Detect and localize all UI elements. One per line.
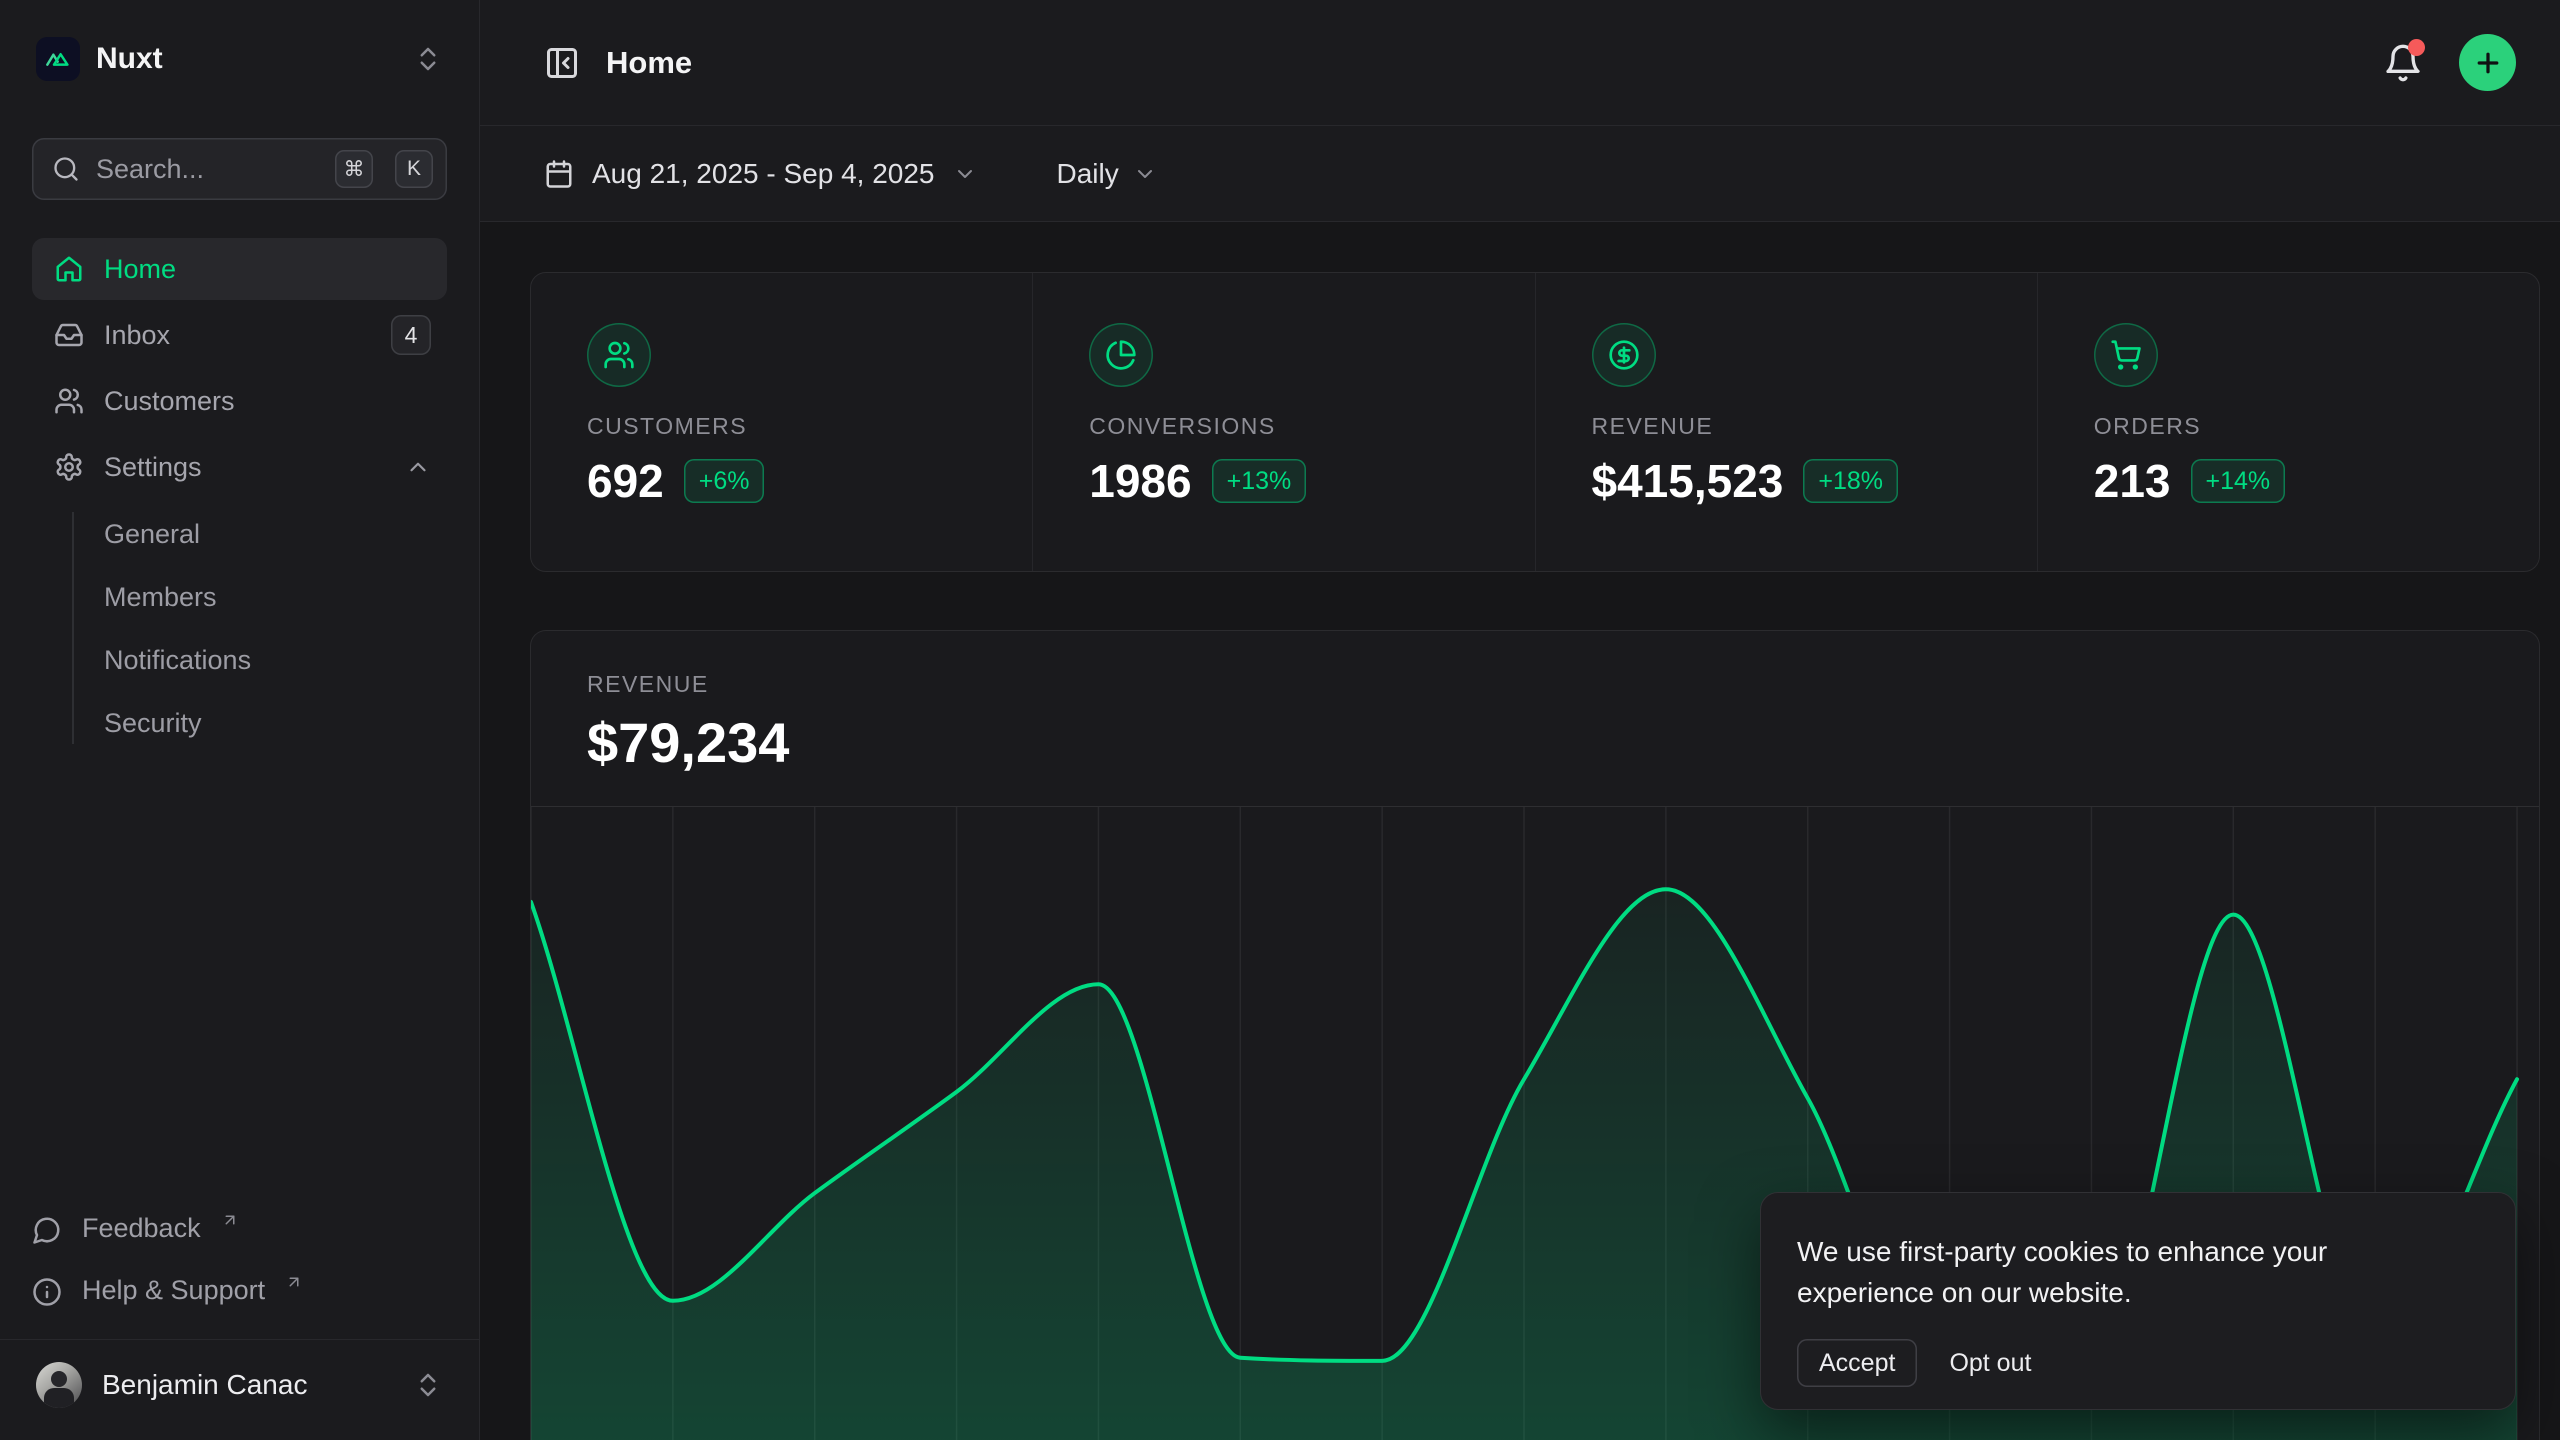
sidebar-item-inbox[interactable]: Inbox 4 [32, 304, 447, 366]
chevron-down-icon [953, 162, 977, 186]
notification-dot [2408, 39, 2425, 56]
cookie-message-line2: experience on our website. [1797, 1272, 2479, 1313]
inbox-count-badge: 4 [391, 315, 431, 355]
team-switcher[interactable]: Nuxt [32, 26, 447, 92]
granularity-value: Daily [1057, 158, 1119, 190]
help-support-link[interactable]: Help & Support [32, 1261, 447, 1323]
sidebar-item-customers[interactable]: Customers [32, 370, 447, 432]
chevron-down-icon [1133, 162, 1157, 186]
add-button[interactable] [2459, 34, 2516, 91]
plus-icon [2473, 48, 2503, 78]
cookie-message-line1: We use first-party cookies to enhance yo… [1797, 1231, 2479, 1272]
team-name: Nuxt [96, 42, 397, 76]
sidebar-nav: Home Inbox 4 Customers [32, 238, 447, 752]
inbox-icon [54, 320, 84, 350]
sidebar-item-home[interactable]: Home [32, 238, 447, 300]
stat-orders[interactable]: ORDERS 213 +14% [2037, 273, 2539, 571]
chevron-up-icon [405, 454, 431, 480]
date-range-picker[interactable]: Aug 21, 2025 - Sep 4, 2025 [544, 148, 991, 200]
stat-label: CONVERSIONS [1089, 413, 1534, 440]
settings-subnav: General Members Notifications Security [32, 506, 447, 752]
sidebar-item-label: Settings [104, 452, 385, 483]
stat-value: 1986 [1089, 454, 1191, 508]
kbd-k: K [395, 150, 433, 188]
revenue-chart-total: $79,234 [587, 710, 2539, 775]
revenue-chart-label: REVENUE [587, 671, 2539, 698]
stat-delta-badge: +6% [684, 459, 765, 503]
help-support-label: Help & Support [82, 1275, 265, 1306]
avatar [36, 1362, 82, 1408]
user-menu[interactable]: Benjamin Canac [32, 1350, 447, 1420]
feedback-link[interactable]: Feedback [32, 1199, 447, 1261]
sidebar-subitem-security[interactable]: Security [104, 695, 447, 752]
sidebar-item-label: Home [104, 254, 431, 285]
stat-value: $415,523 [1592, 454, 1784, 508]
info-circle-icon [32, 1277, 62, 1307]
accept-button[interactable]: Accept [1797, 1339, 1917, 1387]
stat-value: 692 [587, 454, 664, 508]
shopping-cart-icon [2094, 323, 2158, 387]
stats-card: CUSTOMERS 692 +6% CONVERSIONS 1986 [530, 272, 2540, 572]
sidebar-subitem-notifications[interactable]: Notifications [104, 632, 447, 689]
home-icon [54, 254, 84, 284]
search-input[interactable]: Search... ⌘ K [32, 138, 447, 200]
granularity-select[interactable]: Daily [1043, 148, 1171, 200]
kbd-meta: ⌘ [335, 150, 373, 188]
page-header: Home [480, 0, 2560, 126]
dashboard-app: Nuxt Search... ⌘ K Home [0, 0, 2560, 1440]
search-icon [52, 155, 80, 183]
page-title: Home [606, 45, 2383, 81]
sidebar-subitem-general[interactable]: General [104, 506, 447, 563]
chevrons-up-down-icon [413, 44, 443, 74]
stat-label: ORDERS [2094, 413, 2539, 440]
stat-delta-badge: +13% [1212, 459, 1307, 503]
message-bubble-icon [32, 1215, 62, 1245]
search-placeholder: Search... [96, 154, 313, 185]
stat-revenue[interactable]: REVENUE $415,523 +18% [1535, 273, 2037, 571]
calendar-icon [544, 159, 574, 189]
sidebar-subitem-members[interactable]: Members [104, 569, 447, 626]
revenue-chart-header: REVENUE $79,234 [531, 631, 2539, 775]
notifications-button[interactable] [2383, 43, 2423, 83]
external-link-arrow-icon [221, 1211, 239, 1229]
opt-out-button[interactable]: Opt out [1933, 1339, 2047, 1387]
pie-chart-icon [1089, 323, 1153, 387]
date-range-value: Aug 21, 2025 - Sep 4, 2025 [592, 158, 935, 190]
external-link-arrow-icon [285, 1273, 303, 1291]
sidebar-footer: Feedback Help & Support Benjamin Canac [32, 1199, 447, 1421]
stat-label: CUSTOMERS [587, 413, 1032, 440]
stat-customers[interactable]: CUSTOMERS 692 +6% [531, 273, 1032, 571]
users-icon [54, 386, 84, 416]
nuxt-logo-icon [36, 37, 80, 81]
sidebar-item-label: Customers [104, 386, 431, 417]
stat-value: 213 [2094, 454, 2171, 508]
gear-icon [54, 452, 84, 482]
dollar-circle-icon [1592, 323, 1656, 387]
chevrons-up-down-icon [413, 1370, 443, 1400]
sidebar-item-label: Inbox [104, 320, 371, 351]
sidebar-divider [0, 1339, 479, 1341]
stat-delta-badge: +14% [2191, 459, 2286, 503]
stat-delta-badge: +18% [1803, 459, 1898, 503]
user-name: Benjamin Canac [102, 1369, 393, 1401]
feedback-label: Feedback [82, 1213, 201, 1244]
filter-bar: Aug 21, 2025 - Sep 4, 2025 Daily [480, 126, 2560, 222]
users-stat-icon [587, 323, 651, 387]
sidebar: Nuxt Search... ⌘ K Home [0, 0, 480, 1440]
cookie-banner: We use first-party cookies to enhance yo… [1760, 1192, 2516, 1410]
stat-conversions[interactable]: CONVERSIONS 1986 +13% [1032, 273, 1534, 571]
sidebar-collapse-icon[interactable] [544, 45, 580, 81]
stat-label: REVENUE [1592, 413, 2037, 440]
sidebar-item-settings[interactable]: Settings [32, 436, 447, 498]
